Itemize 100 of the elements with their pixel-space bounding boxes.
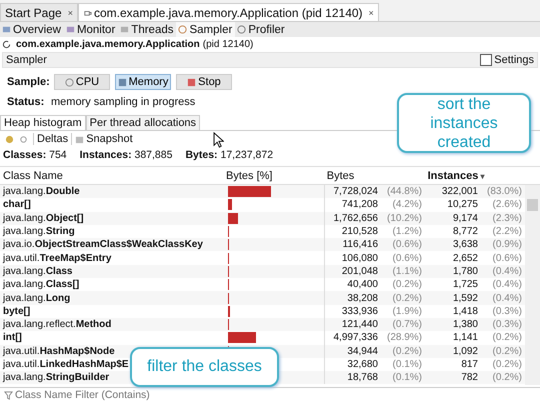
scrollbar[interactable] xyxy=(525,185,540,385)
tab-label: com.example.java.memory.Application (pid 12140) xyxy=(94,6,363,20)
table-cell-text: (83.0%) xyxy=(486,186,522,198)
table-cell-text: (0.2%) xyxy=(392,292,422,304)
table-cell-text: (4.2%) xyxy=(392,199,422,210)
table-cell-text: (0.3%) xyxy=(492,306,522,317)
class-name-cell: java.lang.Class[] xyxy=(3,279,80,290)
table-cell-text: (0.2%) xyxy=(392,279,422,290)
table-cell-text: (28.9%) xyxy=(386,332,422,344)
close-icon[interactable]: × xyxy=(68,8,73,18)
class-name-cell: java.util.TreeMap$Entry xyxy=(3,252,112,264)
table-cell-text: (1.1%) xyxy=(392,266,422,277)
table-cell: 741,208 xyxy=(342,199,378,210)
deltas-button[interactable]: Deltas xyxy=(37,133,68,145)
window-icon xyxy=(2,25,11,34)
window-icon xyxy=(120,25,130,34)
table-cell-text: (0.2%) xyxy=(492,359,522,370)
document-tab[interactable]: com.example.java.memory.Application (pid 12140) × xyxy=(78,3,379,21)
table-cell: 210,528 xyxy=(342,226,378,238)
class-name-cell: java.util.LinkedHashMap$E xyxy=(3,359,129,370)
table-cell-text: (0.1%) xyxy=(392,359,422,370)
view-tab[interactable]: Threads xyxy=(118,22,176,37)
sample-button[interactable]: Memory xyxy=(115,74,171,90)
table-cell: 32,680 xyxy=(347,359,378,370)
table-cell-text: (0.2%) xyxy=(492,332,522,344)
class-name-cell: java.lang.reflect.Method xyxy=(3,319,112,330)
table-cell: 116,416 xyxy=(342,239,378,250)
table-cell-text: (0.9%) xyxy=(492,239,522,250)
document-tab[interactable]: Start Page × xyxy=(0,3,78,21)
column-header[interactable]: Bytes [%] xyxy=(223,170,324,182)
summary-item: Classes: 754 xyxy=(3,149,67,161)
table-cell: 8,772 xyxy=(452,226,478,238)
table-cell: 817 xyxy=(461,359,478,370)
table-cell: 106,080 xyxy=(342,252,378,264)
sample-button[interactable]: Stop xyxy=(176,74,232,90)
table-cell: 7,728,024 xyxy=(334,186,378,198)
circle-icon xyxy=(64,78,74,86)
table-cell: 3,638 xyxy=(452,239,478,250)
section-title: Sampler xyxy=(6,54,47,66)
result-tab[interactable]: Per thread allocations xyxy=(86,115,200,130)
table-cell: 4,997,336 xyxy=(334,332,378,344)
column-header[interactable]: Class Name xyxy=(0,170,223,182)
class-name-cell: java.lang.Class xyxy=(3,266,72,277)
mouse-pointer-icon xyxy=(213,132,224,148)
view-tab[interactable]: Monitor xyxy=(64,22,118,37)
callout-bubble: filter the classes xyxy=(130,347,279,387)
filter-field[interactable]: Class Name Filter (Contains) xyxy=(15,389,540,401)
table-cell: 121,440 xyxy=(342,319,378,330)
view-tab[interactable]: Sampler xyxy=(176,22,236,37)
table-cell-text: (0.2%) xyxy=(492,372,522,384)
column-header[interactable]: Instances ▾ xyxy=(424,170,526,182)
column-header[interactable]: Bytes xyxy=(324,170,425,182)
class-name-cell: java.lang.Double xyxy=(3,186,80,198)
table-cell: 10,275 xyxy=(447,199,478,210)
class-name-cell: java.lang.StringBuilder xyxy=(3,372,110,384)
table-cell: 34,944 xyxy=(347,346,378,357)
sample-label: Sample: xyxy=(7,76,49,88)
pid-label: (pid 12140) xyxy=(202,39,254,50)
class-name-cell: byte[] xyxy=(3,306,30,317)
summary-item: Instances: 387,885 xyxy=(80,149,172,161)
square-icon xyxy=(118,78,127,86)
table-cell: 1,762,656 xyxy=(334,212,378,224)
class-name-cell: java.lang.String xyxy=(3,226,75,238)
class-name-cell: java.util.HashMap$Node xyxy=(3,346,115,357)
table-cell-text: (2.3%) xyxy=(492,212,522,224)
class-name-cell: java.lang.Object[] xyxy=(3,212,84,224)
table-cell-text: (0.4%) xyxy=(492,279,522,290)
table-cell-text: (2.2%) xyxy=(492,226,522,238)
class-name-cell: char[] xyxy=(3,199,31,210)
funnel-icon xyxy=(4,390,13,400)
table-cell: 322,001 xyxy=(442,186,478,198)
table-cell-text: (0.2%) xyxy=(392,346,422,357)
table-cell-text: (0.4%) xyxy=(492,292,522,304)
table-cell-text: (2.6%) xyxy=(492,199,522,210)
table-cell-text: (0.4%) xyxy=(492,266,522,277)
result-tab[interactable]: Heap histogram xyxy=(0,115,86,130)
view-tab[interactable]: Overview xyxy=(0,22,64,37)
tab-label: Start Page xyxy=(5,6,62,20)
callout-bubble: sort the instances created xyxy=(397,93,531,153)
table-cell: 18,768 xyxy=(347,372,378,384)
application-name: com.example.java.memory.Application xyxy=(16,39,200,50)
table-cell: 1,418 xyxy=(452,306,478,317)
view-tab[interactable]: Profiler xyxy=(235,22,288,37)
window-icon xyxy=(66,25,75,34)
summary-item: Bytes: 17,237,872 xyxy=(185,149,274,161)
table-cell: 1,725 xyxy=(452,279,478,290)
circle-icon[interactable] xyxy=(5,134,14,144)
table-cell: 2,652 xyxy=(452,252,478,264)
square-icon xyxy=(187,78,196,86)
table-cell: 40,400 xyxy=(347,279,378,290)
table-cell: 1,592 xyxy=(452,292,478,304)
table-cell: 333,936 xyxy=(342,306,378,317)
table-cell-text: (0.7%) xyxy=(392,319,422,330)
sample-button[interactable]: CPU xyxy=(54,74,110,90)
table-cell-text: (1.2%) xyxy=(392,226,422,238)
table-cell-text: (0.3%) xyxy=(492,319,522,330)
settings-checkbox[interactable]: Settings xyxy=(480,54,534,66)
snapshot-button[interactable]: Snapshot xyxy=(75,133,133,145)
class-name-cell: java.lang.Long xyxy=(3,292,70,304)
close-icon[interactable]: × xyxy=(368,8,374,18)
